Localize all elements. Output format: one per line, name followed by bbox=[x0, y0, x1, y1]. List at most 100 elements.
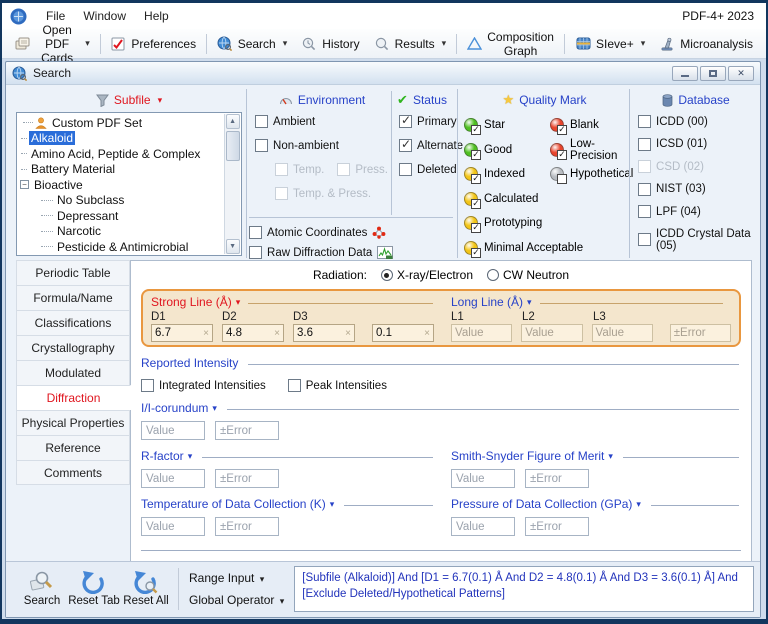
deleted-checkbox-row[interactable]: Deleted bbox=[399, 163, 457, 176]
tree-item-custom-pdf-set[interactable]: Custom PDF Set bbox=[19, 115, 223, 131]
deleted-checkbox[interactable] bbox=[399, 163, 413, 176]
tree-item-battery-material[interactable]: Battery Material bbox=[19, 162, 223, 178]
ambient-checkbox[interactable] bbox=[255, 115, 269, 128]
tab-reference[interactable]: Reference bbox=[16, 435, 130, 460]
search-action-button[interactable]: Search bbox=[16, 570, 68, 607]
ambient-checkbox-row[interactable]: Ambient bbox=[255, 115, 391, 128]
temperature-value-input[interactable] bbox=[141, 517, 205, 536]
l3-input[interactable]: Value bbox=[591, 324, 653, 342]
clear-icon[interactable]: × bbox=[203, 328, 209, 339]
icsd-checkbox[interactable] bbox=[638, 137, 652, 151]
primary-checkbox[interactable] bbox=[399, 113, 413, 128]
tree-scrollbar[interactable]: ▲ ▼ bbox=[224, 114, 241, 254]
reset-all-button[interactable]: Reset All bbox=[120, 570, 172, 607]
raw-diffraction-row[interactable]: Raw Diffraction Data bbox=[249, 246, 457, 259]
atomic-coordinates-row[interactable]: Atomic Coordinates bbox=[249, 226, 457, 239]
clear-icon[interactable]: × bbox=[345, 328, 351, 339]
minimize-button[interactable] bbox=[672, 65, 698, 81]
smith-snyder-header[interactable]: Smith-Snyder Figure of Merit ▾ bbox=[451, 449, 741, 463]
l2-input[interactable]: Value bbox=[521, 324, 583, 342]
lpf-checkbox[interactable] bbox=[638, 205, 652, 218]
tab-periodic-table[interactable]: Periodic Table bbox=[16, 260, 130, 285]
tab-crystallography[interactable]: Crystallography bbox=[16, 335, 130, 360]
icdd-crystal-data-checkbox-row[interactable]: ICDD Crystal Data (05) bbox=[638, 228, 756, 252]
scrollbar-thumb[interactable] bbox=[225, 131, 240, 161]
clear-icon[interactable]: × bbox=[424, 328, 430, 339]
temperature-error-input[interactable] bbox=[215, 517, 279, 536]
peak-intensities-row[interactable]: Peak Intensities bbox=[287, 379, 387, 392]
d3-input[interactable]: 3.6 × bbox=[293, 324, 355, 342]
d1-input[interactable]: 6.7 × bbox=[151, 324, 213, 342]
menu-help[interactable]: Help bbox=[137, 6, 176, 26]
quality-minimal-acceptable-row[interactable]: Minimal Acceptable bbox=[464, 236, 633, 261]
preferences-button[interactable]: Preferences bbox=[103, 32, 203, 56]
quality-blank-row[interactable]: Blank bbox=[550, 113, 633, 138]
results-button[interactable]: Results ▾ bbox=[367, 32, 454, 56]
composition-graph-button[interactable]: Composition Graph bbox=[460, 26, 562, 62]
query-preview-box[interactable]: [Subfile (Alkaloid)] And [D1 = 6.7(0.1) … bbox=[294, 565, 754, 612]
quality-hypothetical-row[interactable]: Hypothetical bbox=[550, 162, 633, 187]
temperature-header[interactable]: Temperature of Data Collection (K) ▾ bbox=[141, 497, 447, 511]
d2-input[interactable]: 4.8 × bbox=[222, 324, 284, 342]
icdd-checkbox[interactable] bbox=[638, 115, 652, 128]
tree-item-no-subclass[interactable]: No Subclass bbox=[19, 193, 223, 209]
quality-low-precision-row[interactable]: Low-Precision bbox=[550, 138, 633, 163]
microanalysis-button[interactable]: Microanalysis bbox=[652, 32, 760, 56]
quality-calculated-row[interactable]: Calculated bbox=[464, 187, 633, 212]
icdd-crystal-data-checkbox[interactable] bbox=[638, 233, 652, 246]
sieve-button[interactable]: SIeve+ ▾ bbox=[568, 32, 652, 56]
quality-indexed-row[interactable]: Indexed bbox=[464, 162, 550, 187]
alternate-checkbox-row[interactable]: Alternate bbox=[399, 137, 463, 152]
quality-star-row[interactable]: Star bbox=[464, 113, 550, 138]
raw-diffraction-checkbox[interactable] bbox=[249, 246, 263, 259]
clear-icon[interactable]: × bbox=[274, 328, 280, 339]
icsd-checkbox-row[interactable]: ICSD (01) bbox=[638, 137, 756, 151]
integrated-intensities-row[interactable]: Integrated Intensities bbox=[141, 379, 266, 392]
alternate-checkbox[interactable] bbox=[399, 137, 413, 152]
smith-snyder-error-input[interactable] bbox=[525, 469, 589, 488]
r-factor-header[interactable]: R-factor ▾ bbox=[141, 449, 447, 463]
pressure-error-input[interactable] bbox=[525, 517, 589, 536]
tab-modulated[interactable]: Modulated bbox=[16, 360, 130, 385]
tree-collapse-icon[interactable]: − bbox=[20, 180, 29, 190]
global-operator-dropdown[interactable]: Global Operator ▾ bbox=[189, 593, 284, 607]
integrated-intensities-checkbox[interactable] bbox=[141, 379, 154, 392]
primary-checkbox-row[interactable]: Primary bbox=[399, 113, 457, 128]
l1-input[interactable]: Value bbox=[451, 324, 513, 342]
i-i-corundum-value-input[interactable] bbox=[141, 421, 205, 440]
strong-line-error-input[interactable]: 0.1 × bbox=[372, 324, 434, 342]
quality-good-row[interactable]: Good bbox=[464, 138, 550, 163]
scroll-down-icon[interactable]: ▼ bbox=[225, 239, 240, 254]
nist-checkbox[interactable] bbox=[638, 182, 652, 196]
atomic-coordinates-checkbox[interactable] bbox=[249, 226, 263, 239]
lpf-checkbox-row[interactable]: LPF (04) bbox=[638, 205, 756, 218]
history-button[interactable]: History bbox=[294, 32, 366, 56]
tab-classifications[interactable]: Classifications bbox=[16, 310, 130, 335]
tab-physical-properties[interactable]: Physical Properties bbox=[16, 410, 130, 435]
search-window-titlebar[interactable]: Search ✕ bbox=[6, 62, 760, 85]
tab-comments[interactable]: Comments bbox=[16, 460, 130, 485]
subfile-header[interactable]: Subfile ▾ bbox=[16, 91, 242, 109]
i-i-corundum-error-input[interactable] bbox=[215, 421, 279, 440]
i-i-corundum-header[interactable]: I/I-corundum ▾ bbox=[141, 401, 741, 415]
tab-diffraction[interactable]: Diffraction bbox=[16, 385, 131, 410]
long-line-header[interactable]: Long Line (Å) ▾ bbox=[451, 295, 731, 309]
long-line-error-input[interactable]: ±Error bbox=[669, 324, 731, 342]
tree-item-bioactive[interactable]: − Bioactive bbox=[19, 177, 223, 193]
radio-cw-neutron[interactable]: CW Neutron bbox=[487, 268, 569, 282]
radio-xray-electron[interactable]: X-ray/Electron bbox=[380, 268, 473, 282]
tree-item-alkaloid[interactable]: Alkaloid bbox=[19, 131, 223, 147]
quality-prototyping-row[interactable]: Prototyping bbox=[464, 211, 633, 236]
search-button[interactable]: Search ▾ bbox=[210, 32, 295, 56]
peak-intensities-checkbox[interactable] bbox=[287, 379, 301, 392]
maximize-button[interactable] bbox=[700, 65, 726, 81]
reset-tab-button[interactable]: Reset Tab bbox=[68, 570, 120, 607]
scroll-up-icon[interactable]: ▲ bbox=[225, 114, 240, 129]
pressure-value-input[interactable] bbox=[451, 517, 515, 536]
pressure-header[interactable]: Pressure of Data Collection (GPa) ▾ bbox=[451, 497, 741, 511]
strong-line-header[interactable]: Strong Line (Å) ▾ bbox=[151, 295, 441, 309]
icdd-checkbox-row[interactable]: ICDD (00) bbox=[638, 115, 756, 128]
tree-item-pesticide[interactable]: Pesticide & Antimicrobial bbox=[19, 239, 223, 253]
r-factor-error-input[interactable] bbox=[215, 469, 279, 488]
tab-formula-name[interactable]: Formula/Name bbox=[16, 285, 130, 310]
